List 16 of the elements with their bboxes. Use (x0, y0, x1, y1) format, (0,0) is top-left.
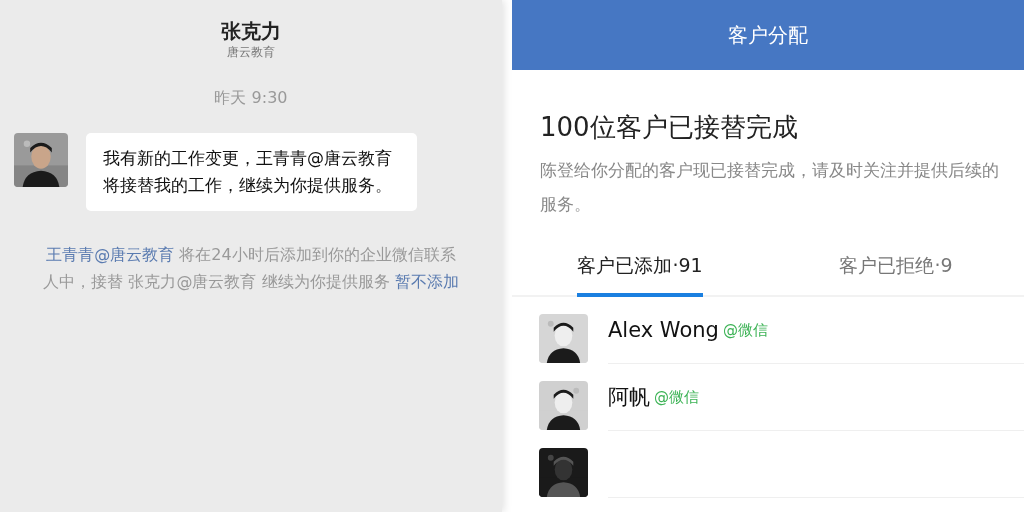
customer-name: 阿帆 (608, 384, 650, 411)
chat-title: 张克力 (221, 18, 281, 44)
source-tag: @微信 (722, 320, 768, 340)
source-tag: @微信 (654, 387, 699, 407)
link[interactable]: 王青青@唐云教育 (46, 245, 175, 264)
description: 陈登给你分配的客户现已接替完成，请及时关注并提供后续的服务。 (540, 159, 1000, 216)
notice-text: 王青青@唐云教育 将在24小时后添加到你的企业微信联系人中，接替 张克力@唐云教育 继续为你提供服务 暂不添加 (42, 244, 460, 293)
tab[interactable]: 客户已拒绝·9 (839, 245, 953, 297)
timestamp: 昨天 9:30 (214, 88, 288, 109)
message-bubble: 我有新的工作变更，王青青@唐云教育将接替我的工作，继续为你提供服务。 (86, 133, 417, 211)
header-bar: 客户分配 (512, 0, 1024, 70)
chat-subtitle: 唐云教育 (227, 44, 275, 60)
customer-name: Alex Wong (608, 318, 719, 342)
tab[interactable]: 客户已添加·91 (577, 245, 703, 297)
link[interactable]: 暂不添加 (394, 272, 459, 291)
heading: 100位客户已接替完成 (540, 111, 799, 144)
